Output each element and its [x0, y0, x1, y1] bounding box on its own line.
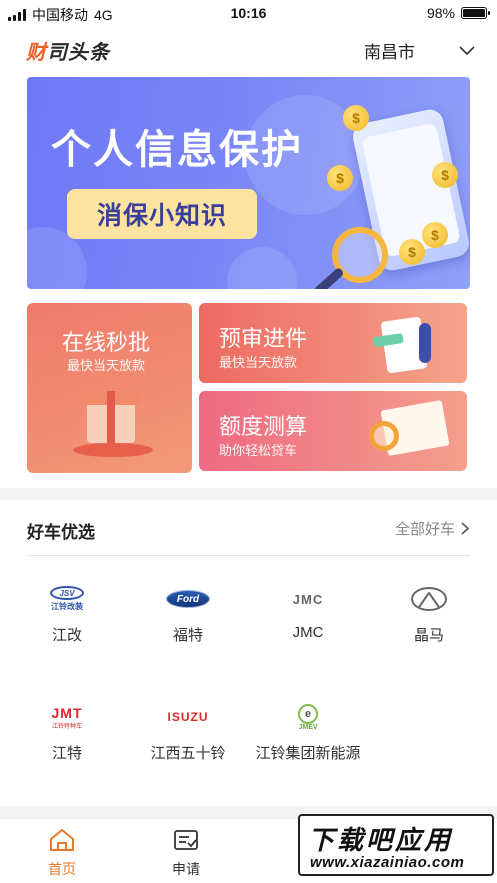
- brand-item-jingma[interactable]: 晶马: [374, 582, 484, 645]
- city-name: 南昌市: [364, 43, 415, 62]
- brand-item-jiangte[interactable]: JMT 江铃特种车 江特: [12, 700, 122, 763]
- brand-name: JMC: [292, 624, 324, 641]
- feature-subtitle: 最快当天放款: [219, 355, 298, 370]
- tab-label: 申请: [172, 861, 200, 877]
- jmt-logo-icon: JMT 江铃特种车: [51, 704, 83, 730]
- coin-icon: $: [343, 105, 369, 131]
- form-icon: [174, 830, 198, 850]
- feature-title: 额度测算: [219, 414, 308, 439]
- battery-icon: [461, 7, 490, 19]
- isuzu-logo-icon: ISUZU: [167, 710, 209, 724]
- section-gap: [0, 488, 497, 500]
- brand-item-ford[interactable]: Ford 福特: [133, 582, 243, 645]
- all-cars-link[interactable]: 全部好车: [395, 518, 469, 539]
- jmc-logo-icon: JMC: [292, 591, 324, 607]
- promo-banner[interactable]: 个人信息保护 消保小知识 $ $ $ $ $: [27, 77, 470, 289]
- all-cars-label: 全部好车: [394, 521, 455, 538]
- feature-subtitle: 最快当天放款: [67, 358, 146, 373]
- banner-subtitle: 消保小知识: [67, 189, 257, 239]
- feature-subtitle: 助你轻松贷车: [219, 443, 298, 458]
- section-title: 好车优选: [27, 523, 95, 542]
- chevron-down-icon: [459, 45, 475, 55]
- divider: [27, 555, 470, 556]
- site-watermark: 下载吧应用 www.xiazainiao.com: [298, 814, 494, 876]
- feature-card-quota-calc[interactable]: 额度测算 助你轻松贷车: [199, 391, 467, 471]
- tray-decoration: [73, 443, 153, 457]
- jmev-logo-icon: e JMEV: [298, 703, 318, 731]
- feature-title: 在线秒批: [62, 330, 151, 355]
- jsv-logo-icon: JSV 江铃改装: [50, 586, 84, 612]
- status-bar: 中国移动 4G 10:16 98%: [0, 0, 497, 26]
- city-selector[interactable]: 南昌市: [364, 38, 475, 63]
- brand-name: 江西五十铃: [150, 745, 226, 762]
- battery-percent: 98%: [426, 5, 455, 21]
- brand-name: 晶马: [413, 627, 444, 644]
- magnifier-icon: [369, 421, 399, 451]
- status-time: 10:16: [230, 5, 267, 21]
- ford-logo-icon: Ford: [166, 590, 210, 608]
- tab-label: 首页: [48, 861, 76, 877]
- coin-icon: $: [327, 165, 353, 191]
- gift-box-icon: [82, 391, 140, 443]
- brand-name: 江改: [51, 627, 82, 644]
- feature-card-online-approval[interactable]: 在线秒批 最快当天放款: [27, 303, 192, 473]
- brand-item-jianggai[interactable]: JSV 江铃改装 江改: [12, 582, 122, 645]
- tab-home[interactable]: 首页: [22, 827, 102, 879]
- jingma-logo-icon: [411, 587, 447, 611]
- banner-title: 个人信息保护: [51, 128, 303, 172]
- app-logo: 财司头条: [26, 42, 110, 64]
- feature-title: 预审进件: [219, 326, 308, 351]
- magnifier-icon: [332, 227, 388, 283]
- person-icon: [419, 323, 431, 363]
- brand-name: 福特: [172, 627, 203, 644]
- brand-item-jmc[interactable]: JMC JMC: [253, 582, 363, 642]
- brand-name: 江铃集团新能源: [255, 745, 361, 762]
- chevron-right-icon: [461, 522, 469, 535]
- home-icon: [50, 829, 74, 851]
- app-header: 财司头条 南昌市: [0, 26, 497, 70]
- coin-icon: $: [432, 162, 458, 188]
- brand-name: 江特: [51, 745, 82, 762]
- coin-icon: $: [422, 222, 448, 248]
- brand-item-isuzu[interactable]: ISUZU 江西五十铃: [133, 700, 243, 763]
- brand-item-jmev[interactable]: e JMEV 江铃集团新能源: [243, 700, 373, 763]
- feature-card-pre-review[interactable]: 预审进件 最快当天放款: [199, 303, 467, 383]
- coin-icon: $: [399, 239, 425, 265]
- tab-apply[interactable]: 申请: [146, 827, 226, 879]
